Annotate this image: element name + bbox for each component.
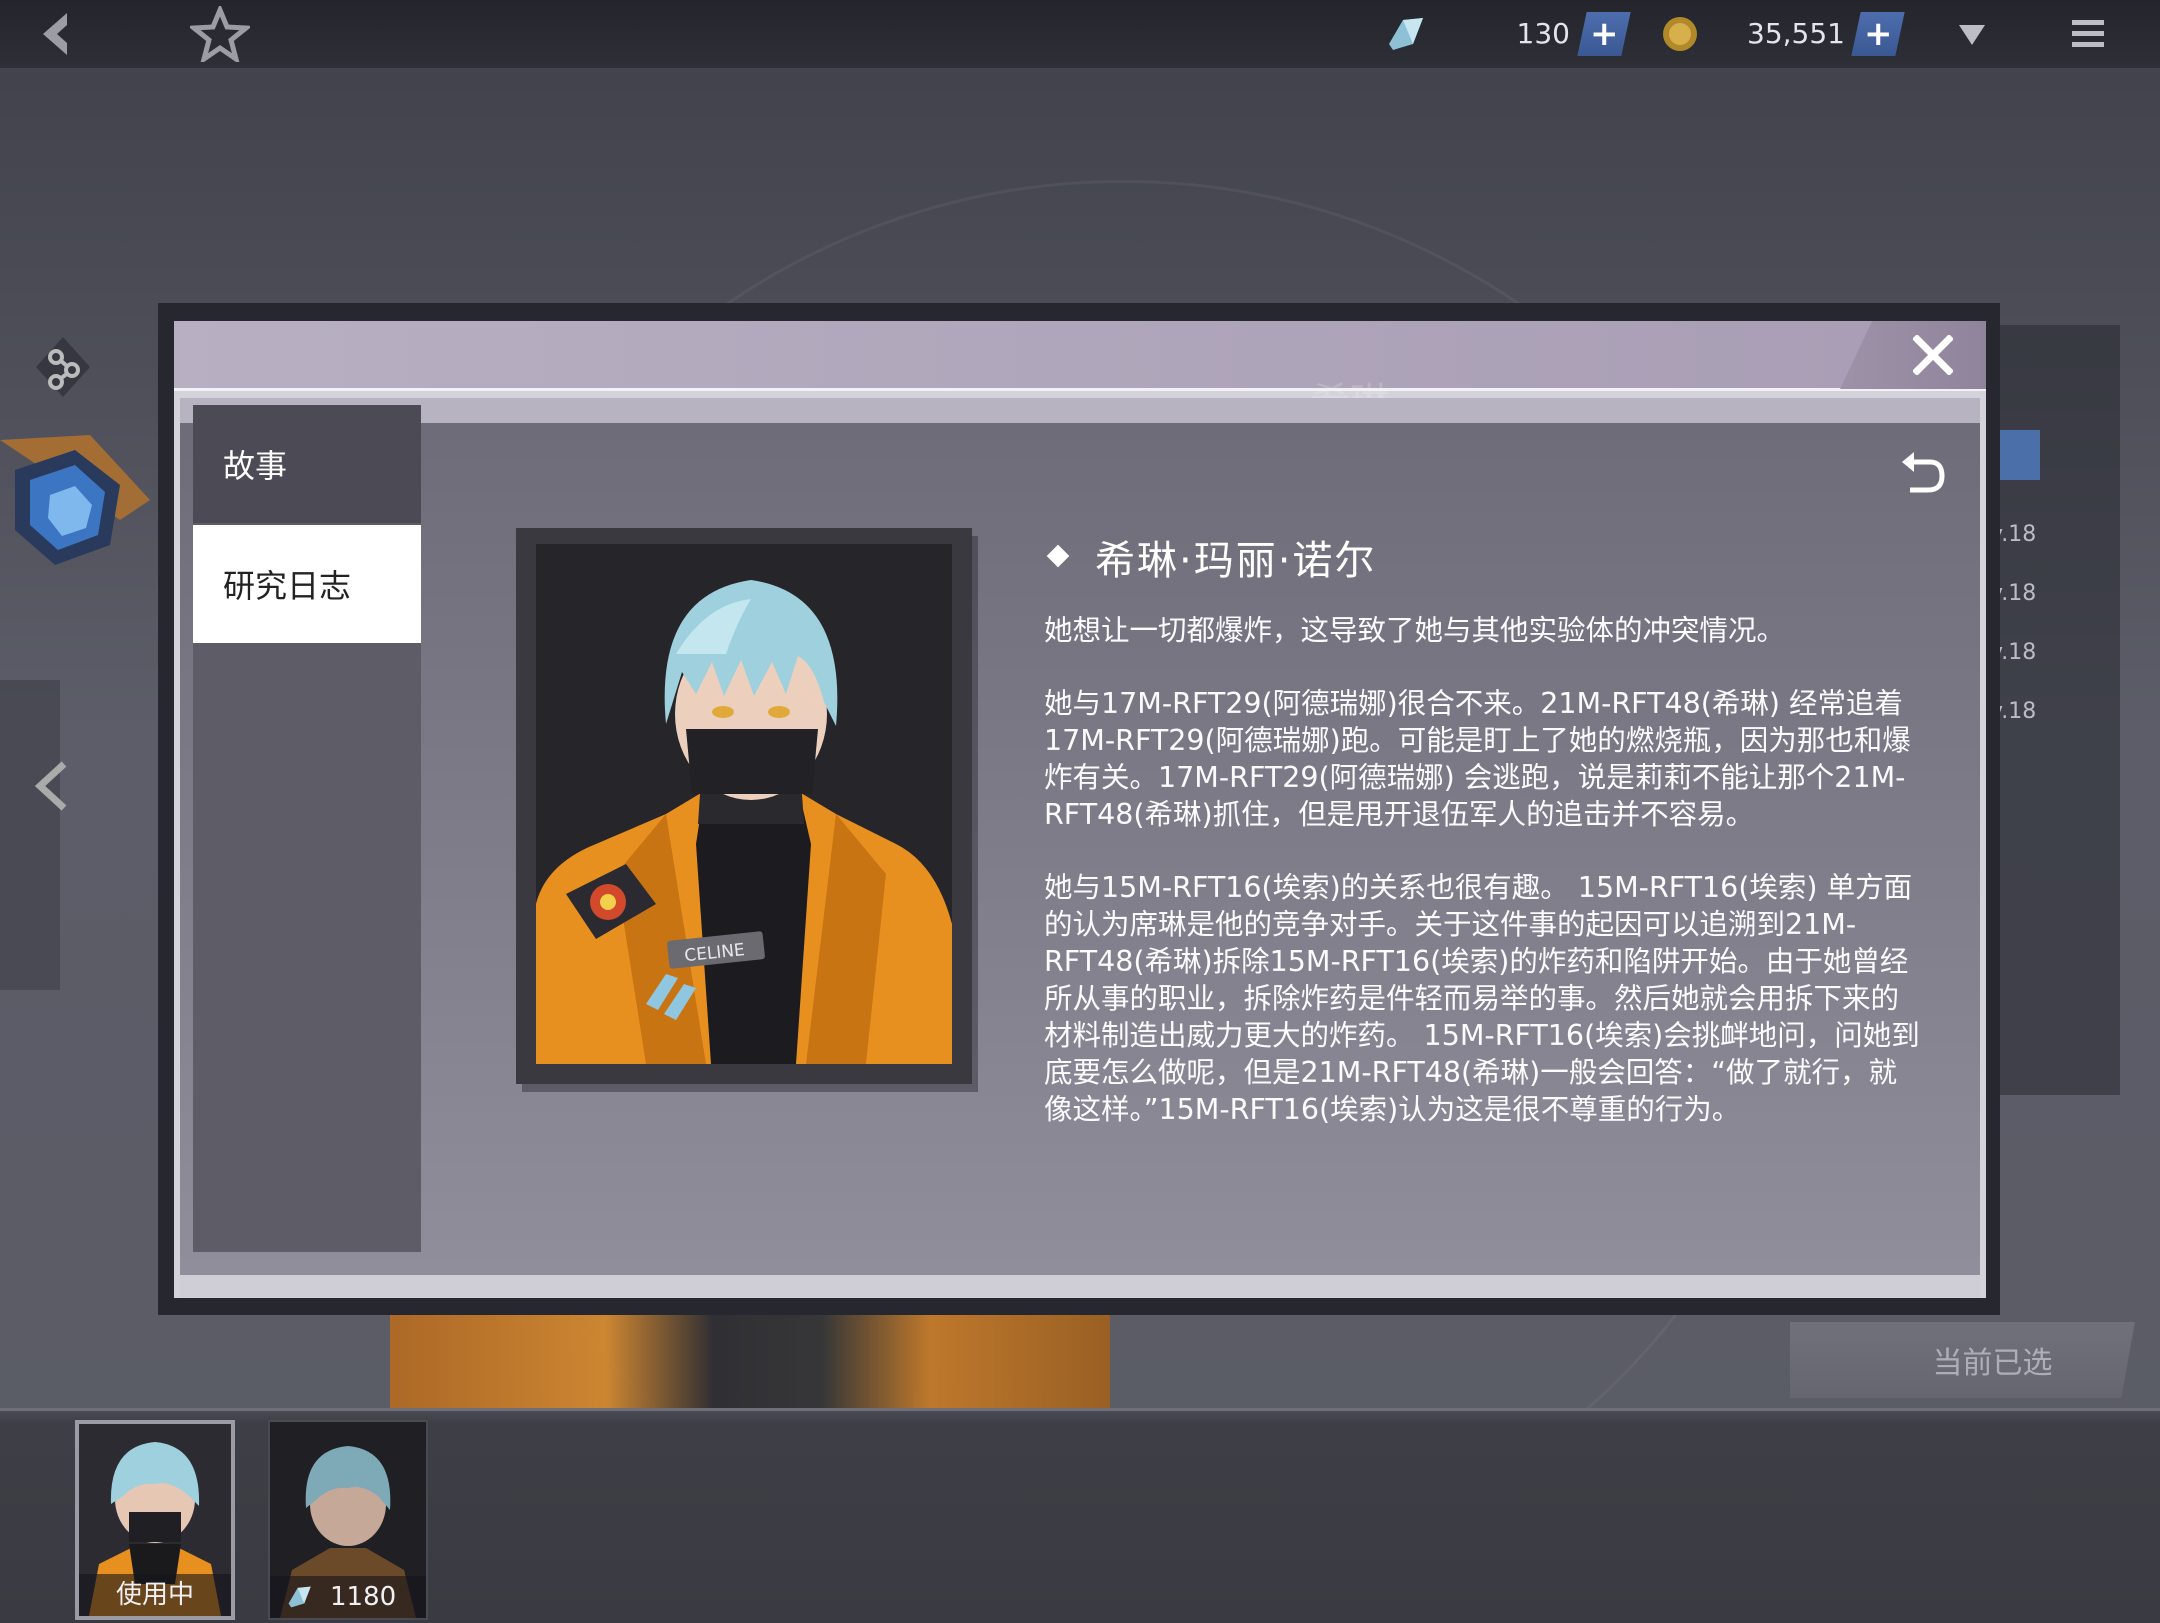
story-paragraph: 她与17M-RFT29(阿德瑞娜)很合不来。21M-RFT48(希琳) 经常追着… [1044, 687, 1911, 831]
story-paragraph: 她与15M-RFT16(埃索)的关系也很有趣。 15M-RFT16(埃索) 单方… [1044, 871, 1920, 1126]
gadget-drone-icon [0, 410, 170, 590]
story-paragraph: 她想让一切都爆炸，这导致了她与其他实验体的冲突情况。 [1044, 614, 1786, 647]
skin-status-label: 使用中 [79, 1574, 231, 1616]
skin-price-value: 1180 [330, 1582, 397, 1612]
modal-bottom-band [180, 1275, 1980, 1297]
triangle-down-icon[interactable] [1952, 6, 1992, 62]
coin-count: 35,551 [1747, 17, 1845, 50]
modal-top-band [180, 398, 1980, 426]
current-selected-button[interactable]: 当前已选 [1790, 1322, 2135, 1398]
character-full-name: 希琳·玛丽·诺尔 [1095, 538, 1377, 584]
tab-label: 研究日志 [223, 567, 352, 605]
tab-story[interactable]: 故事 [193, 405, 421, 523]
celine-portrait-image: CELINE [536, 544, 952, 1064]
crystal-count: 130 [1516, 17, 1570, 50]
coin-icon [1658, 6, 1702, 62]
modal-header [174, 321, 1986, 389]
story-text-block: 她想让一切都爆炸，这导致了她与其他实验体的冲突情况。 她与17M-RFT29(阿… [1044, 612, 1924, 1164]
character-portrait: CELINE [536, 544, 952, 1064]
close-icon [1913, 335, 1953, 375]
hamburger-menu-icon[interactable] [2066, 6, 2110, 62]
previous-arrow-icon[interactable] [30, 756, 76, 816]
star-icon[interactable] [188, 6, 252, 62]
add-coin-button[interactable]: + [1851, 12, 1905, 56]
modal-header-divider [174, 388, 1986, 391]
back-arrow-icon[interactable] [30, 6, 80, 62]
top-bar: 130 + 35,551 + [0, 0, 2160, 68]
left-panel-strip [0, 680, 60, 990]
skin-thumbnail-alt[interactable]: 1180 [268, 1420, 428, 1620]
crystal-icon [1380, 6, 1430, 62]
tab-research-log[interactable]: 研究日志 [193, 525, 421, 643]
add-crystal-button[interactable]: + [1577, 12, 1631, 56]
share-icon[interactable] [28, 332, 98, 402]
skin-thumbnail-default[interactable]: 使用中 [75, 1420, 235, 1620]
tab-label: 故事 [223, 447, 288, 485]
crystal-icon [284, 1584, 314, 1610]
undo-icon[interactable] [1896, 448, 1948, 500]
